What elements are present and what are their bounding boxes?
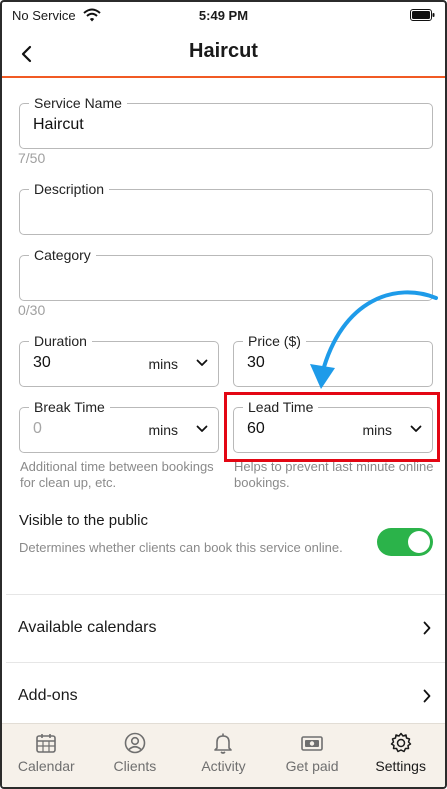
tab-get-paid[interactable]: Get paid <box>268 724 357 787</box>
description-label: Description <box>29 181 110 197</box>
price-label: Price ($) <box>243 333 306 349</box>
money-icon <box>301 736 323 751</box>
price-value: 30 <box>247 354 265 371</box>
tab-label: Settings <box>375 758 426 774</box>
duration-value: 30 <box>33 354 51 371</box>
service-name-field[interactable]: Service Name Haircut <box>19 95 433 149</box>
annotation-arrow-icon <box>310 290 438 389</box>
bell-icon <box>214 733 233 754</box>
page-title: Haircut <box>189 40 258 62</box>
add-ons-row[interactable]: Add-ons <box>6 662 445 728</box>
visible-to-public-description: Determines whether clients can book this… <box>19 540 343 555</box>
available-calendars-row[interactable]: Available calendars <box>6 594 445 660</box>
visible-to-public-toggle[interactable] <box>377 528 433 556</box>
break-time-select[interactable]: Break Time 0 mins <box>19 399 219 453</box>
duration-select[interactable]: Duration 30 mins <box>19 333 219 387</box>
user-circle-icon <box>124 732 146 754</box>
service-name-label: Service Name <box>29 95 127 111</box>
service-name-counter: 7/50 <box>18 150 46 166</box>
add-ons-label: Add-ons <box>18 687 78 704</box>
visible-to-public-label: Visible to the public <box>19 512 148 529</box>
tab-bar: Calendar Clients Activity Get paid Setti… <box>2 723 445 787</box>
highlight-box <box>224 392 440 462</box>
app-window: No Service 5:49 PM Haircut Service Name … <box>0 0 447 789</box>
status-bar: No Service 5:49 PM <box>2 2 445 32</box>
break-time-value: 0 <box>33 420 42 437</box>
duration-label: Duration <box>29 333 92 349</box>
chevron-right-icon <box>423 621 431 635</box>
chevron-right-icon <box>423 689 431 703</box>
tab-calendar[interactable]: Calendar <box>2 724 91 787</box>
calendar-icon <box>36 734 57 753</box>
break-time-help: Additional time between bookings for cle… <box>20 459 214 490</box>
tab-label: Clients <box>113 758 157 774</box>
category-label: Category <box>29 247 96 263</box>
tab-label: Get paid <box>285 758 339 774</box>
battery-icon <box>410 9 435 21</box>
tab-label: Calendar <box>17 758 75 774</box>
description-field[interactable]: Description <box>19 181 433 235</box>
toggle-knob <box>408 531 430 553</box>
category-counter: 0/30 <box>18 302 46 318</box>
nav-bar: Haircut <box>2 32 445 78</box>
chevron-down-icon <box>196 359 208 366</box>
gear-icon <box>390 732 411 753</box>
tab-activity[interactable]: Activity <box>179 724 268 787</box>
chevron-down-icon <box>196 425 208 432</box>
tab-settings[interactable]: Settings <box>356 724 445 787</box>
available-calendars-label: Available calendars <box>18 619 157 636</box>
lead-time-help: Helps to prevent last minute online book… <box>234 459 434 490</box>
duration-unit: mins <box>148 356 178 372</box>
clock: 5:49 PM <box>198 8 249 23</box>
tab-label: Activity <box>201 758 246 774</box>
tab-clients[interactable]: Clients <box>91 724 180 787</box>
break-time-unit: mins <box>148 422 178 438</box>
service-name-value: Haircut <box>33 116 84 133</box>
break-time-label: Break Time <box>29 399 110 415</box>
